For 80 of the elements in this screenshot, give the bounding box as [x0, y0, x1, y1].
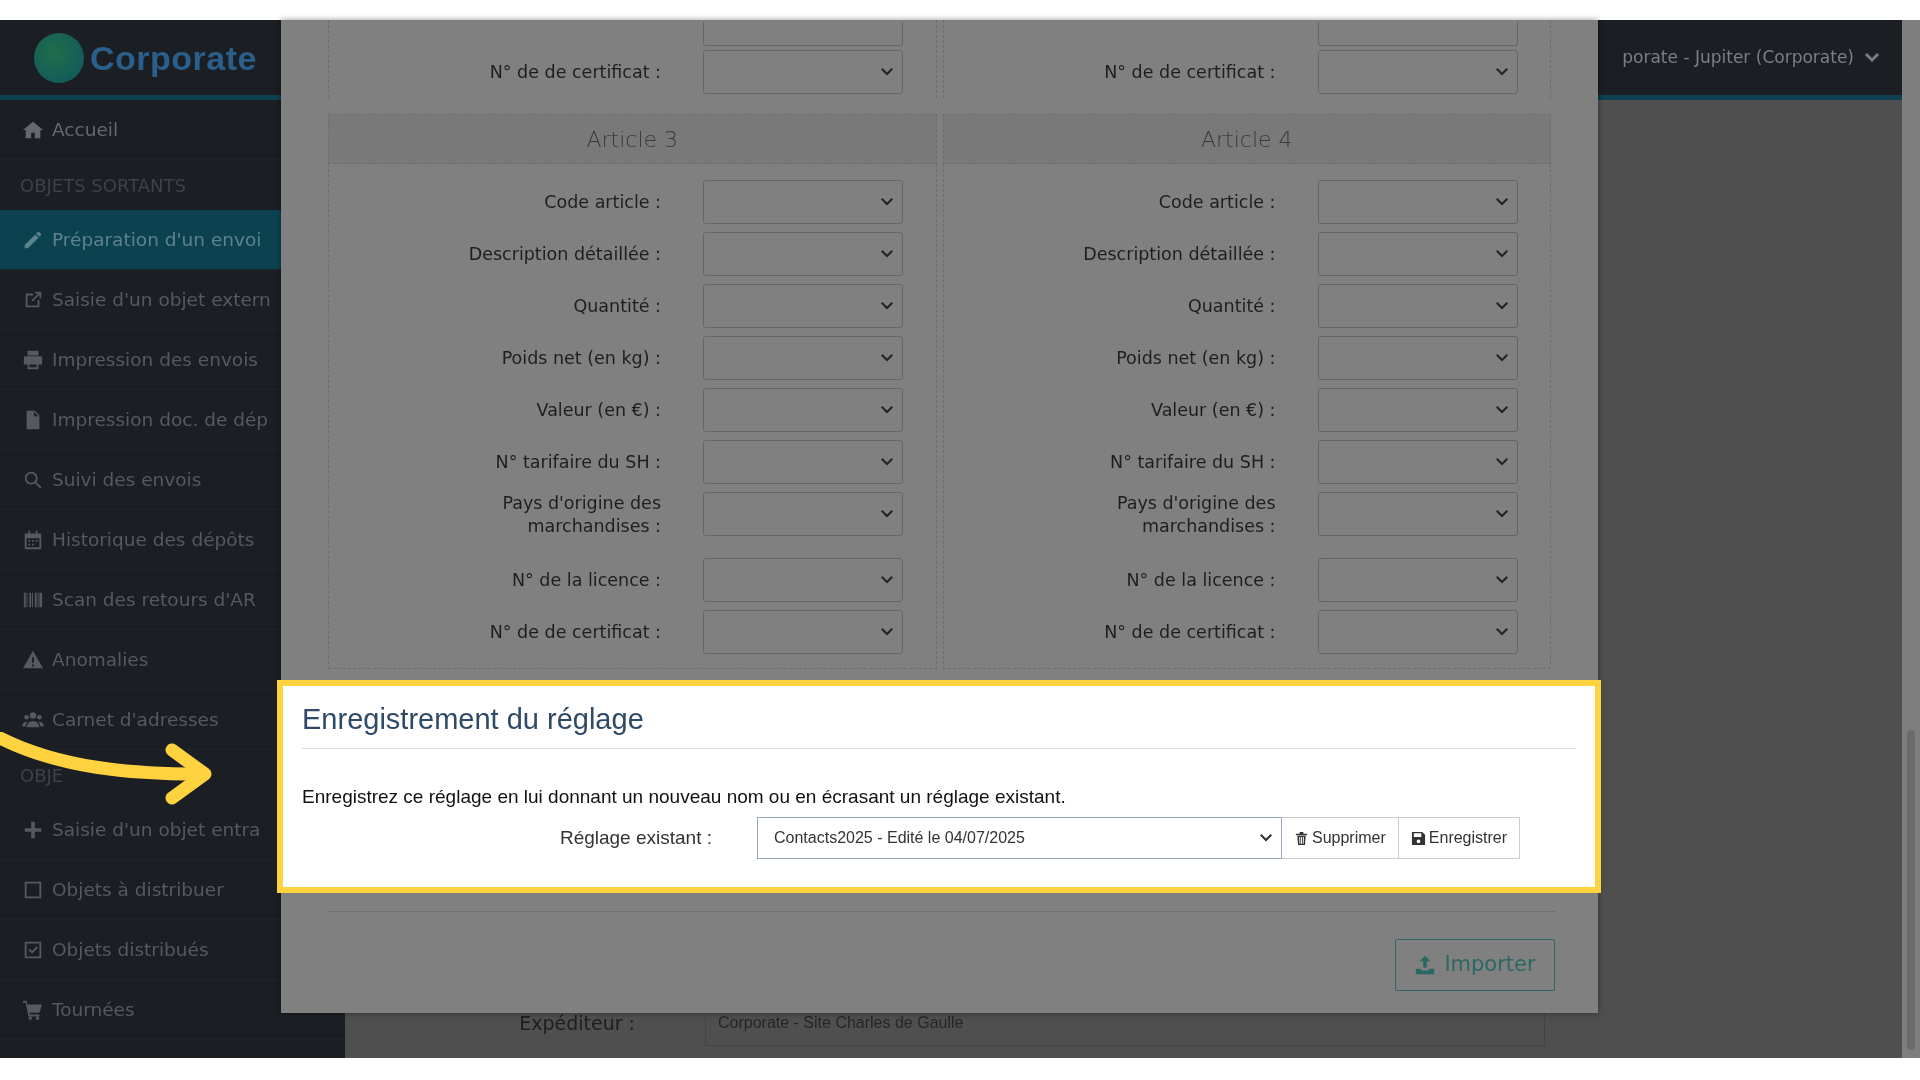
- chevron-down-icon: [880, 509, 894, 519]
- chevron-down-icon: [880, 301, 894, 311]
- section-title: Enregistrement du réglage: [302, 698, 1576, 749]
- field-label: Pays d'origine des marchandises :: [1115, 492, 1276, 538]
- printer-icon: [22, 348, 44, 371]
- select-field[interactable]: [1317, 610, 1518, 654]
- field-label: Description détaillée :: [1082, 242, 1276, 266]
- field-label: N° de de certificat :: [1103, 60, 1276, 84]
- field-label: N° de de certificat :: [488, 60, 661, 84]
- field-label: Quantité :: [572, 294, 661, 318]
- select-field[interactable]: [703, 336, 903, 380]
- chevron-down-icon: [1494, 627, 1509, 637]
- delete-button[interactable]: Supprimer: [1282, 817, 1399, 859]
- field-label: Code article :: [543, 190, 661, 214]
- select-field[interactable]: [1317, 22, 1518, 46]
- field-label: Pays d'origine des marchandises :: [501, 492, 661, 538]
- chevron-down-icon: [1494, 405, 1509, 415]
- select-field[interactable]: [703, 440, 903, 484]
- calendar-icon: [22, 528, 44, 551]
- select-field[interactable]: [1317, 232, 1518, 276]
- select-field[interactable]: [1317, 284, 1518, 328]
- select-field[interactable]: [1317, 336, 1518, 380]
- select-field[interactable]: [703, 232, 903, 276]
- upload-icon: [1414, 954, 1437, 976]
- field-label: N° tarifaire du SH :: [1109, 450, 1276, 474]
- account-menu[interactable]: porate - Jupiter (Corporate): [1622, 44, 1854, 71]
- select-field[interactable]: [1317, 50, 1518, 94]
- select-field[interactable]: [1317, 388, 1518, 432]
- save-button[interactable]: Enregistrer: [1398, 817, 1521, 859]
- chevron-down-icon: [1259, 833, 1273, 843]
- chevron-down-icon: [1494, 457, 1509, 467]
- select-field[interactable]: [703, 388, 903, 432]
- select-field[interactable]: [703, 492, 903, 536]
- article-heading: Article 3: [328, 114, 937, 164]
- field-label: Poids net (en kg) :: [1115, 346, 1276, 370]
- select-field[interactable]: [703, 610, 903, 654]
- field-label: N° de de certificat :: [1103, 620, 1276, 644]
- chevron-down-icon: [880, 405, 894, 415]
- field-label: Valeur (en €) :: [535, 398, 661, 422]
- trash-icon: [1294, 830, 1309, 846]
- chevron-down-icon: [1494, 301, 1509, 311]
- select-field[interactable]: [703, 284, 903, 328]
- field-label: Réglage existant :: [558, 825, 713, 850]
- select-field[interactable]: [703, 22, 903, 46]
- chevron-down-icon: [880, 197, 894, 207]
- field-label: Valeur (en €) :: [1150, 398, 1276, 422]
- select-field[interactable]: [1317, 180, 1518, 224]
- chevron-down-icon: [880, 67, 894, 77]
- select-field[interactable]: [703, 180, 903, 224]
- chevron-down-icon: [1864, 51, 1880, 64]
- chevron-down-icon: [1494, 67, 1509, 77]
- chevron-down-icon: [1494, 249, 1509, 259]
- field-label: Quantité :: [1187, 294, 1276, 318]
- field-label: N° de la licence :: [510, 568, 661, 592]
- chevron-down-icon: [1494, 509, 1509, 519]
- field-label: Code article :: [1157, 190, 1276, 214]
- field-label: Poids net (en kg) :: [500, 346, 661, 370]
- chevron-down-icon: [880, 353, 894, 363]
- field-label: N° de de certificat :: [488, 620, 661, 644]
- logo-circle-icon: [34, 32, 84, 83]
- cart-icon: [22, 998, 44, 1021]
- chevron-down-icon: [880, 457, 894, 467]
- field-label: N° tarifaire du SH :: [494, 450, 661, 474]
- chevron-down-icon: [1494, 353, 1509, 363]
- chevron-down-icon: [1494, 575, 1509, 585]
- chevron-down-icon: [880, 575, 894, 585]
- chevron-down-icon: [1494, 197, 1509, 207]
- select-field[interactable]: [1317, 558, 1518, 602]
- field-label: N° de la licence :: [1125, 568, 1276, 592]
- article-heading: Article 4: [942, 114, 1551, 164]
- import-button[interactable]: Importer: [1395, 939, 1555, 991]
- select-field[interactable]: [1317, 492, 1518, 536]
- select-field[interactable]: [703, 558, 903, 602]
- select-field[interactable]: [703, 50, 903, 94]
- field-label: Description détaillée :: [467, 242, 661, 266]
- select-field[interactable]: [1317, 440, 1518, 484]
- select-field[interactable]: Contacts2025 - Edité le 04/07/2025: [757, 817, 1282, 859]
- chevron-down-icon: [880, 249, 894, 259]
- chevron-down-icon: [880, 627, 894, 637]
- logo-text: Corporate: [90, 40, 257, 75]
